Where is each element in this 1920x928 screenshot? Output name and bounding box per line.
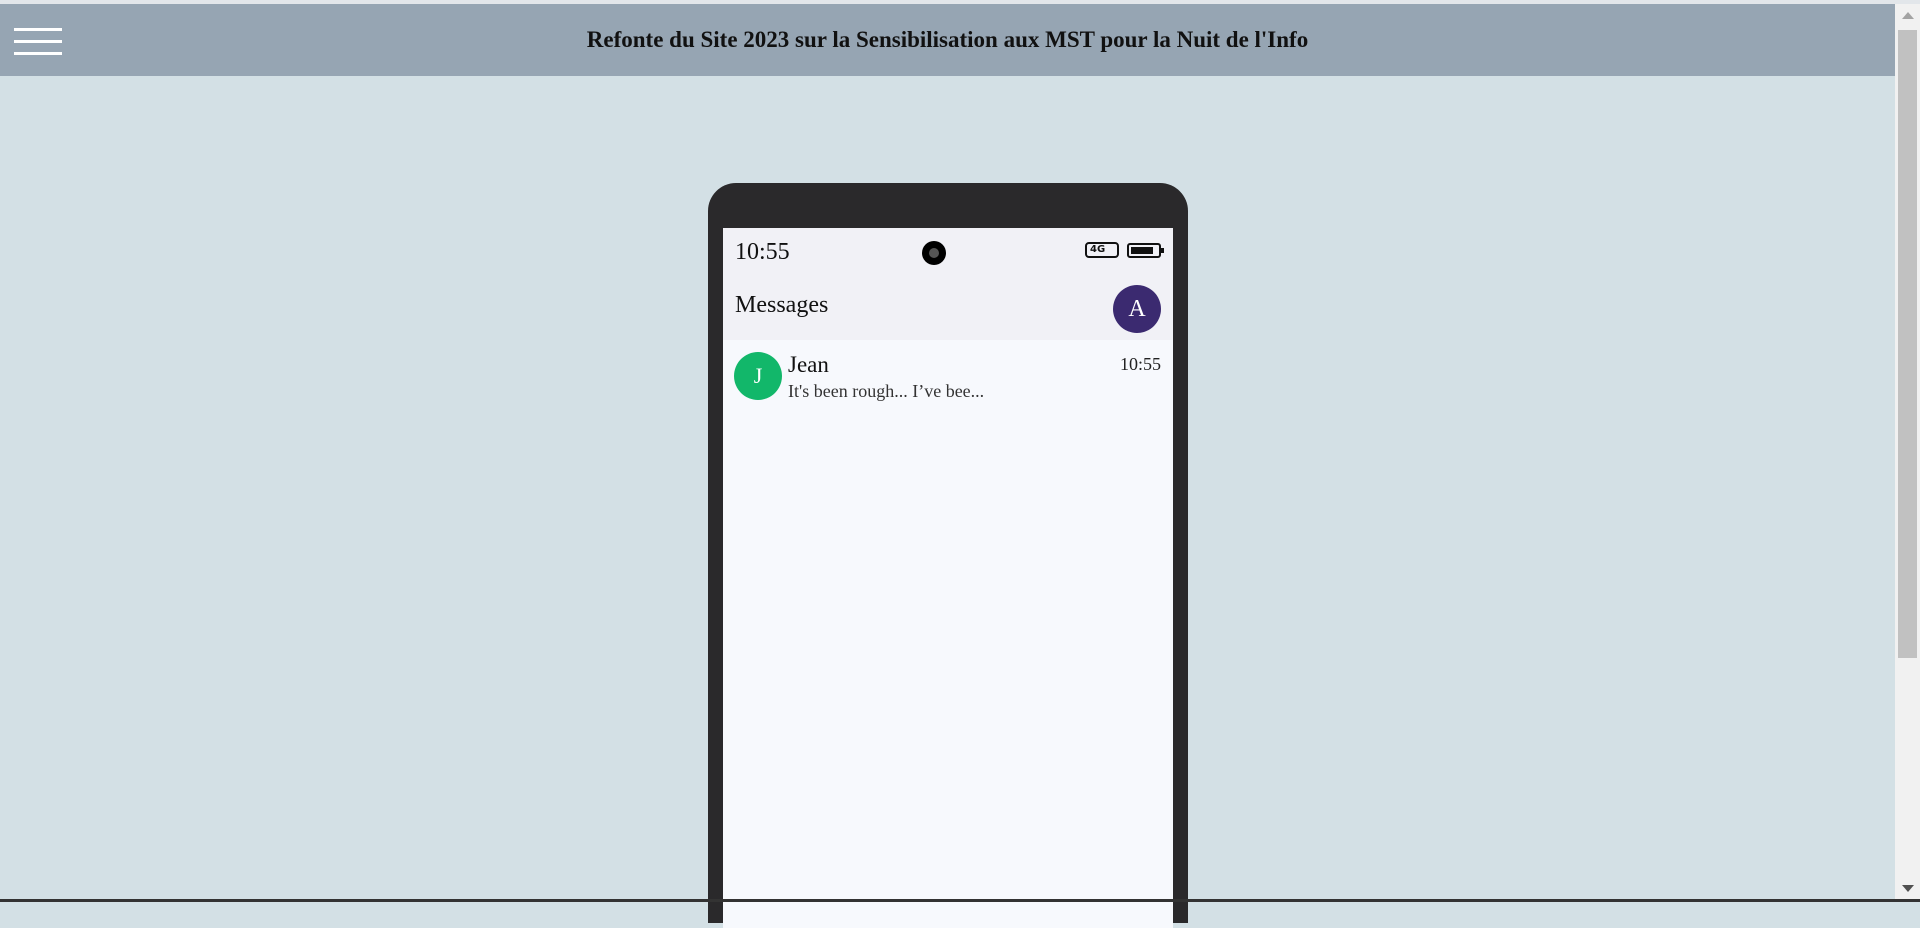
phone-screen: 10:55 4G Messages A J Jean It's been rou… xyxy=(723,228,1173,928)
contact-avatar: J xyxy=(734,352,782,400)
phone-mockup: 10:55 4G Messages A J Jean It's been rou… xyxy=(708,183,1188,928)
front-camera-icon xyxy=(922,241,946,265)
messages-app-bar: Messages A xyxy=(723,278,1173,340)
scroll-up-arrow-icon[interactable] xyxy=(1902,12,1914,19)
menu-line xyxy=(14,52,62,55)
site-header: Refonte du Site 2023 sur la Sensibilisat… xyxy=(0,4,1895,76)
status-time: 10:55 xyxy=(735,239,790,265)
scroll-down-arrow-icon[interactable] xyxy=(1902,885,1914,892)
profile-avatar[interactable]: A xyxy=(1113,285,1161,333)
conversation-item-jean[interactable]: J Jean It's been rough... I’ve bee... 10… xyxy=(723,340,1173,414)
message-preview: It's been rough... I’ve bee... xyxy=(788,381,985,401)
page-scrollbar[interactable] xyxy=(1895,4,1920,900)
phone-status-bar: 10:55 4G xyxy=(723,228,1173,278)
message-time: 10:55 xyxy=(1119,354,1161,374)
scrollbar-thumb[interactable] xyxy=(1898,30,1917,658)
contact-name: Jean xyxy=(788,352,829,377)
menu-line xyxy=(14,28,62,31)
hamburger-menu-icon[interactable] xyxy=(14,28,62,56)
menu-line xyxy=(14,40,62,43)
app-title: Messages xyxy=(735,292,829,318)
battery-icon xyxy=(1127,243,1164,258)
network-4g-icon: 4G xyxy=(1085,242,1119,258)
page-title: Refonte du Site 2023 sur la Sensibilisat… xyxy=(586,27,1309,52)
